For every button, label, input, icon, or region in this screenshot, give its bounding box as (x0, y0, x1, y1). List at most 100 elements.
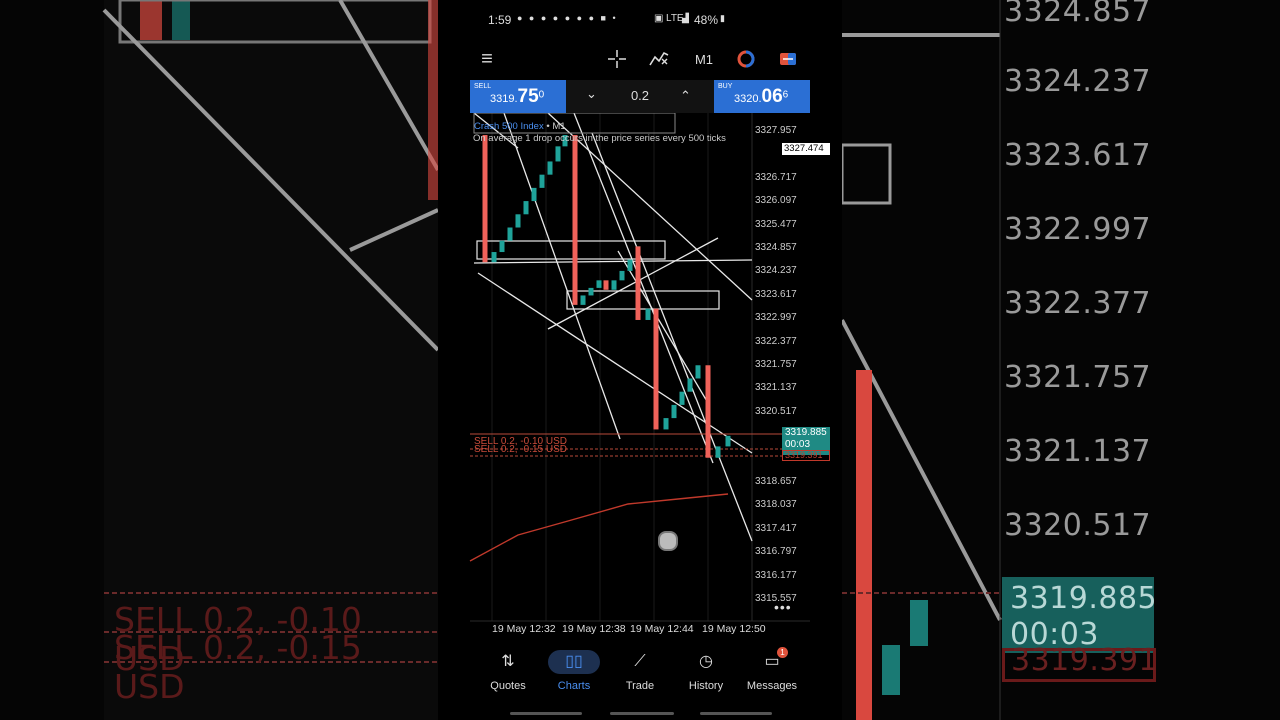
y-tick-label: 3323.617 (755, 288, 797, 300)
candle (663, 418, 669, 430)
order-label-2[interactable]: SELL 0.2, -0.15 USD (474, 444, 567, 455)
background-current-box: 3319.885 00:03 (1002, 577, 1158, 653)
x-tick-label: 19 May 12:32 (492, 623, 556, 635)
lot-decrease-button[interactable]: ⌄ (586, 86, 597, 102)
candle (645, 308, 651, 320)
background-bid-box: 3319.391 (1002, 643, 1158, 682)
background-order-2: SELL 0.2, -0.15 USD (114, 628, 362, 706)
more-options-icon[interactable]: ••• (774, 599, 792, 615)
candle (705, 365, 711, 458)
candle (523, 201, 529, 215)
sell-price-sup: 0 (538, 89, 545, 101)
y-tick-label: 3325.477 (755, 218, 797, 230)
buy-price-sup: 6 (782, 89, 789, 101)
background-price-1: 3324.857 (1004, 0, 1152, 29)
nav-quotes-label: Quotes (490, 680, 526, 692)
x-tick-label: 19 May 12:50 (702, 623, 766, 635)
candle (635, 246, 641, 320)
objects-icon[interactable] (733, 46, 759, 72)
nav-charts[interactable]: ▯▯ Charts (541, 650, 607, 692)
sell-button[interactable]: SELL 3319.750 (470, 80, 566, 113)
home-indicator (610, 712, 674, 715)
candle (539, 174, 545, 188)
background-price-2: 3324.237 (1004, 64, 1152, 99)
nav-history[interactable]: ◷ History (673, 650, 739, 692)
battery-icon: ▮ (720, 13, 725, 23)
y-tick-label: 3324.237 (755, 265, 797, 277)
candle (687, 378, 693, 392)
chart-symbol: Crash 500 Index (474, 121, 544, 132)
candle (580, 295, 586, 305)
menu-icon[interactable]: ≡ (474, 46, 500, 72)
y-tick-label: 3322.377 (755, 335, 797, 347)
background-price-3: 3323.617 (1004, 138, 1152, 173)
trend-line (591, 132, 753, 542)
x-tick-label: 19 May 12:38 (562, 623, 626, 635)
candle (499, 240, 505, 253)
sell-label: SELL (474, 83, 492, 90)
bottom-navigation: ⇅ Quotes ▯▯ Charts ⟋ Trade ◷ History ▭ 1 Messa… (438, 640, 842, 720)
candle (619, 270, 625, 281)
status-bar: 1:59 ● ● ● ● ● ● ● ■ • ▣ LTE ▟ 48% ▮ (438, 0, 842, 40)
sell-price-main: 3319. (490, 93, 518, 105)
touch-indicator (658, 531, 678, 551)
nav-history-label: History (688, 680, 724, 692)
background-price-6: 3321.757 (1004, 360, 1152, 395)
phone-screen: 1:59 ● ● ● ● ● ● ● ■ • ▣ LTE ▟ 48% ▮ ≡ M… (438, 0, 842, 720)
status-time: 1:59 (488, 13, 512, 27)
candle (653, 308, 659, 430)
candle (671, 404, 677, 419)
background-price-4: 3322.997 (1004, 212, 1152, 247)
crosshair-icon[interactable] (604, 46, 630, 72)
nav-quotes[interactable]: ⇅ Quotes (475, 650, 541, 692)
background-current-price: 3319.885 (1010, 581, 1158, 616)
y-tick-label: 3321.137 (755, 382, 797, 394)
trade-mode-icon[interactable] (775, 46, 801, 72)
chart-toolbar: ≡ M1 (438, 40, 842, 78)
history-icon: ◷ (699, 653, 713, 670)
buy-price: 3320.066 (734, 86, 788, 108)
crosshair-glyph (608, 50, 626, 68)
y-tick-label: 3320.517 (755, 405, 797, 417)
timeframe-button[interactable]: M1 (689, 46, 719, 72)
chart-description: On average 1 drop occurs in the price se… (473, 133, 726, 144)
nav-trade[interactable]: ⟋ Trade (607, 650, 673, 692)
buy-button[interactable]: BUY 3320.066 (714, 80, 810, 113)
battery-label: 48% (694, 13, 719, 27)
sell-price-big: 75 (517, 86, 539, 107)
candle (507, 227, 513, 241)
y-tick-label: 3317.417 (755, 522, 797, 534)
buy-price-main: 3320. (734, 93, 762, 105)
background-bid: 3319.391 (1011, 643, 1159, 678)
candle (627, 259, 633, 271)
y-tick-label: 3326.097 (755, 195, 797, 207)
trend-line (617, 250, 709, 404)
lot-increase-button[interactable]: ⌃ (680, 88, 691, 104)
notification-icons: ● ● ● ● ● ● ● ■ • (517, 13, 618, 23)
nav-messages-label: Messages (746, 680, 798, 692)
buy-price-big: 06 (761, 86, 783, 107)
background-price-7: 3321.137 (1004, 434, 1152, 469)
y-tick-label: 3318.657 (755, 476, 797, 487)
signal-icon: ▟ (682, 13, 689, 23)
candle (515, 214, 521, 228)
high-price-marker: 3327.474 (782, 143, 830, 155)
price-chart[interactable]: Crash 500 Index • M1 On average 1 drop o… (438, 113, 842, 635)
y-tick-label: 3316.177 (755, 569, 797, 581)
lock-icon: ▣ (654, 13, 664, 24)
current-price: 3319.885 (785, 427, 827, 438)
sell-price: 3319.750 (490, 86, 544, 108)
indicators-icon[interactable] (646, 46, 672, 72)
y-tick-label: 3322.997 (755, 312, 797, 324)
nav-messages[interactable]: ▭ 1 Messages (739, 647, 805, 692)
bid-price-box: 3319.391 (782, 450, 830, 461)
candle (547, 161, 553, 175)
home-indicator-right (700, 712, 772, 715)
y-tick-label: 3321.757 (755, 359, 797, 370)
lot-size[interactable]: 0.2 (624, 88, 656, 103)
one-click-trading-bar: SELL 3319.750 ⌄ 0.2 ⌃ BUY 3320.066 (470, 80, 810, 113)
candle (611, 280, 617, 290)
candle (588, 287, 594, 296)
trend-line (573, 113, 714, 464)
background-price-5: 3322.377 (1004, 286, 1152, 321)
